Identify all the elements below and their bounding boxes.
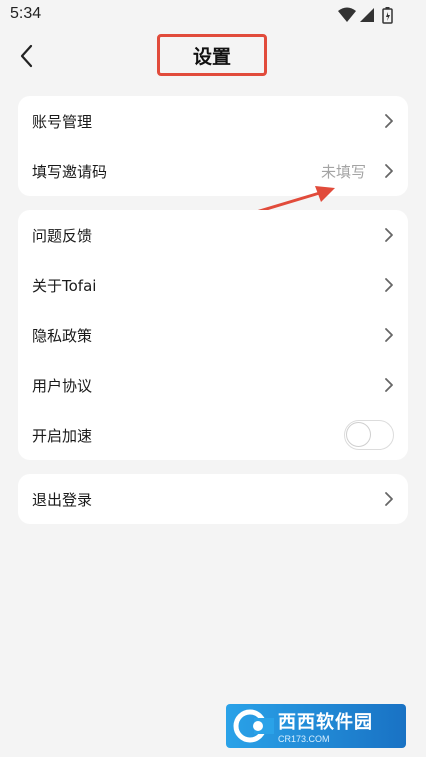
watermark-text: 西西软件园 CR173.COM <box>278 708 373 744</box>
chevron-right-icon <box>385 228 393 242</box>
settings-card-info: 问题反馈 关于Tofai 隐私政策 用户协议 开启加速 <box>18 210 408 460</box>
row-label: 开启加速 <box>32 426 93 445</box>
status-bar: 5:34 <box>0 0 426 30</box>
chevron-right-icon <box>385 278 393 292</box>
row-acceleration: 开启加速 <box>18 410 408 460</box>
row-label: 问题反馈 <box>32 226 93 245</box>
nav-bar: 设置 <box>0 30 426 82</box>
battery-icon <box>382 7 393 24</box>
page-title: 设置 <box>192 45 231 68</box>
row-about[interactable]: 关于Tofai <box>18 260 408 310</box>
status-icons <box>338 7 393 24</box>
row-label: 关于Tofai <box>32 276 97 295</box>
chevron-right-icon <box>385 164 393 178</box>
watermark: 西西软件园 CR173.COM <box>226 704 406 748</box>
invite-code-value: 未填写 <box>320 162 366 181</box>
chevron-right-icon <box>385 378 393 392</box>
signal-icon <box>360 8 374 22</box>
chevron-right-icon <box>385 492 393 506</box>
row-user-agreement[interactable]: 用户协议 <box>18 360 408 410</box>
chevron-right-icon <box>385 328 393 342</box>
row-label: 账号管理 <box>32 112 93 131</box>
status-time: 5:34 <box>10 5 42 22</box>
title-highlight-box: 设置 <box>157 34 267 76</box>
watermark-domain: CR173.COM <box>278 734 330 744</box>
acceleration-toggle[interactable] <box>344 420 394 450</box>
row-label: 退出登录 <box>32 490 93 509</box>
row-logout[interactable]: 退出登录 <box>18 474 408 524</box>
back-icon <box>20 44 33 68</box>
row-feedback[interactable]: 问题反馈 <box>18 210 408 260</box>
chevron-right-icon <box>385 114 393 128</box>
settings-card-account: 账号管理 填写邀请码 未填写 <box>18 96 408 196</box>
settings-card-logout: 退出登录 <box>18 474 408 524</box>
row-account-management[interactable]: 账号管理 <box>18 96 408 146</box>
row-label: 隐私政策 <box>32 326 93 345</box>
row-invite-code[interactable]: 填写邀请码 未填写 <box>18 146 408 196</box>
watermark-brand: 西西软件园 <box>278 712 373 733</box>
wifi-icon <box>338 7 356 22</box>
back-button[interactable] <box>14 42 42 70</box>
toggle-knob <box>346 422 371 447</box>
row-privacy-policy[interactable]: 隐私政策 <box>18 310 408 360</box>
watermark-logo-icon <box>233 709 274 743</box>
row-label: 填写邀请码 <box>32 162 108 181</box>
row-label: 用户协议 <box>32 376 93 395</box>
